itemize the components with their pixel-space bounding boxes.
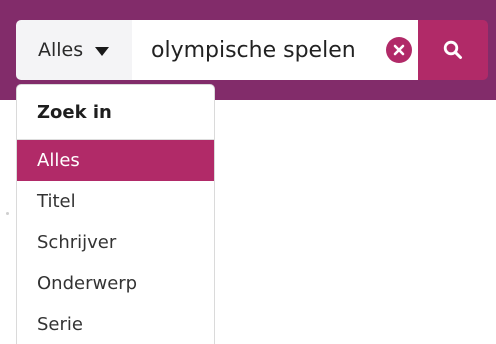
times-circle-icon: [393, 44, 405, 56]
dropdown-item-serie[interactable]: Serie: [17, 304, 214, 344]
page: Alles Zoek in Alles Titel Schrijver Onde…: [0, 0, 496, 344]
search-icon: [443, 40, 462, 59]
caret-down-icon: [95, 46, 110, 56]
dropdown-item-schrijver[interactable]: Schrijver: [17, 222, 214, 263]
search-bar: Alles: [16, 20, 488, 80]
clear-search-button[interactable]: [386, 37, 412, 63]
dropdown-item-titel[interactable]: Titel: [17, 181, 214, 222]
dropdown-item-alles[interactable]: Alles: [17, 140, 214, 181]
dropdown-item-onderwerp[interactable]: Onderwerp: [17, 263, 214, 304]
faint-mark: [6, 212, 9, 215]
search-button[interactable]: [418, 20, 488, 80]
search-input[interactable]: [132, 20, 418, 80]
scope-dropdown-toggle[interactable]: Alles: [16, 20, 132, 80]
dropdown-header: Zoek in: [17, 85, 214, 140]
scope-label: Alles: [38, 39, 84, 61]
query-wrap: [132, 20, 418, 80]
scope-dropdown-menu: Zoek in Alles Titel Schrijver Onderwerp …: [16, 84, 215, 344]
